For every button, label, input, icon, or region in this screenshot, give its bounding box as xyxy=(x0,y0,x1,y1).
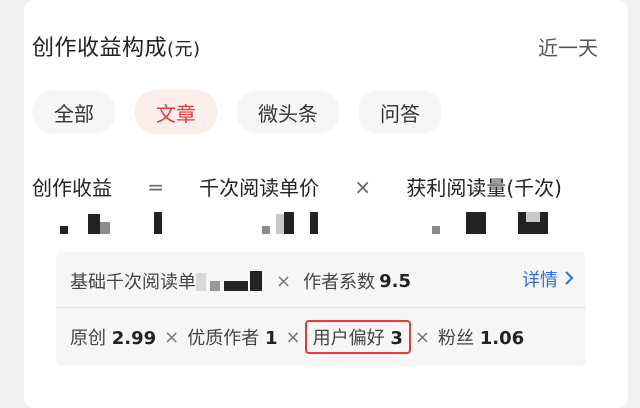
factor-fans-label: 粉丝 xyxy=(437,328,474,349)
multiply-sign: × xyxy=(164,326,180,348)
factor-fans-value: 1.06 xyxy=(479,328,525,349)
tab-micro-headline[interactable]: 微头条 xyxy=(236,90,340,134)
period-selector[interactable]: 近一天 xyxy=(538,32,598,61)
multiply-sign: × xyxy=(285,326,301,348)
factor-quality-value: 1 xyxy=(264,328,278,349)
tab-qa[interactable]: 问答 xyxy=(358,90,442,134)
income-detail-panel: 基础千次阅读单 × 作者系数 9.5 详情 原创 2.99 × 优质作者 1 ×… xyxy=(56,252,586,366)
title-unit: (元) xyxy=(167,39,201,60)
author-coef-value: 9.5 xyxy=(379,270,411,292)
divider xyxy=(56,307,586,308)
tab-bar: 全部 文章 微头条 问答 xyxy=(32,90,442,134)
tab-article[interactable]: 文章 xyxy=(134,90,218,134)
blurred-base-price xyxy=(196,269,266,293)
formula-unit-price-label: 千次阅读单价 xyxy=(199,176,320,200)
factor-original: 原创 2.99 xyxy=(70,324,156,350)
base-price-row: 基础千次阅读单 × 作者系数 9.5 xyxy=(70,266,572,296)
factor-pref-value: 3 xyxy=(390,328,403,349)
base-price-label: 基础千次阅读单 xyxy=(70,272,196,293)
multiply-sign: × xyxy=(354,174,372,199)
multiply-sign: × xyxy=(414,326,430,348)
factor-fans: 粉丝 1.06 xyxy=(438,324,524,350)
title-text: 创作收益构成 xyxy=(32,36,168,61)
page-title: 创作收益构成(元) xyxy=(32,30,201,62)
formula-income-label: 创作收益 xyxy=(32,176,112,200)
factor-user-preference: 用户偏好 3 xyxy=(304,320,411,354)
chevron-right-icon xyxy=(564,269,574,290)
details-link[interactable]: 详情 xyxy=(522,266,574,292)
factor-quality-author: 优质作者 1 xyxy=(187,324,277,350)
tab-all[interactable]: 全部 xyxy=(32,90,116,134)
factor-pref-label: 用户偏好 xyxy=(312,328,385,349)
equals-sign: = xyxy=(147,174,164,199)
formula-profit-reads-label: 获利阅读量(千次) xyxy=(406,176,562,200)
details-label: 详情 xyxy=(522,270,558,291)
author-coef-factors: 原创 2.99 × 优质作者 1 × 用户偏好 3 × 粉丝 1.06 xyxy=(70,320,572,354)
multiply-sign: × xyxy=(276,270,292,292)
author-coef-label: 作者系数 xyxy=(303,272,376,293)
factor-original-value: 2.99 xyxy=(111,328,157,349)
factor-quality-label: 优质作者 xyxy=(187,328,260,349)
income-formula: 创作收益 = 千次阅读单价 × 获利阅读量(千次) xyxy=(32,172,562,201)
factor-original-label: 原创 xyxy=(70,328,106,349)
